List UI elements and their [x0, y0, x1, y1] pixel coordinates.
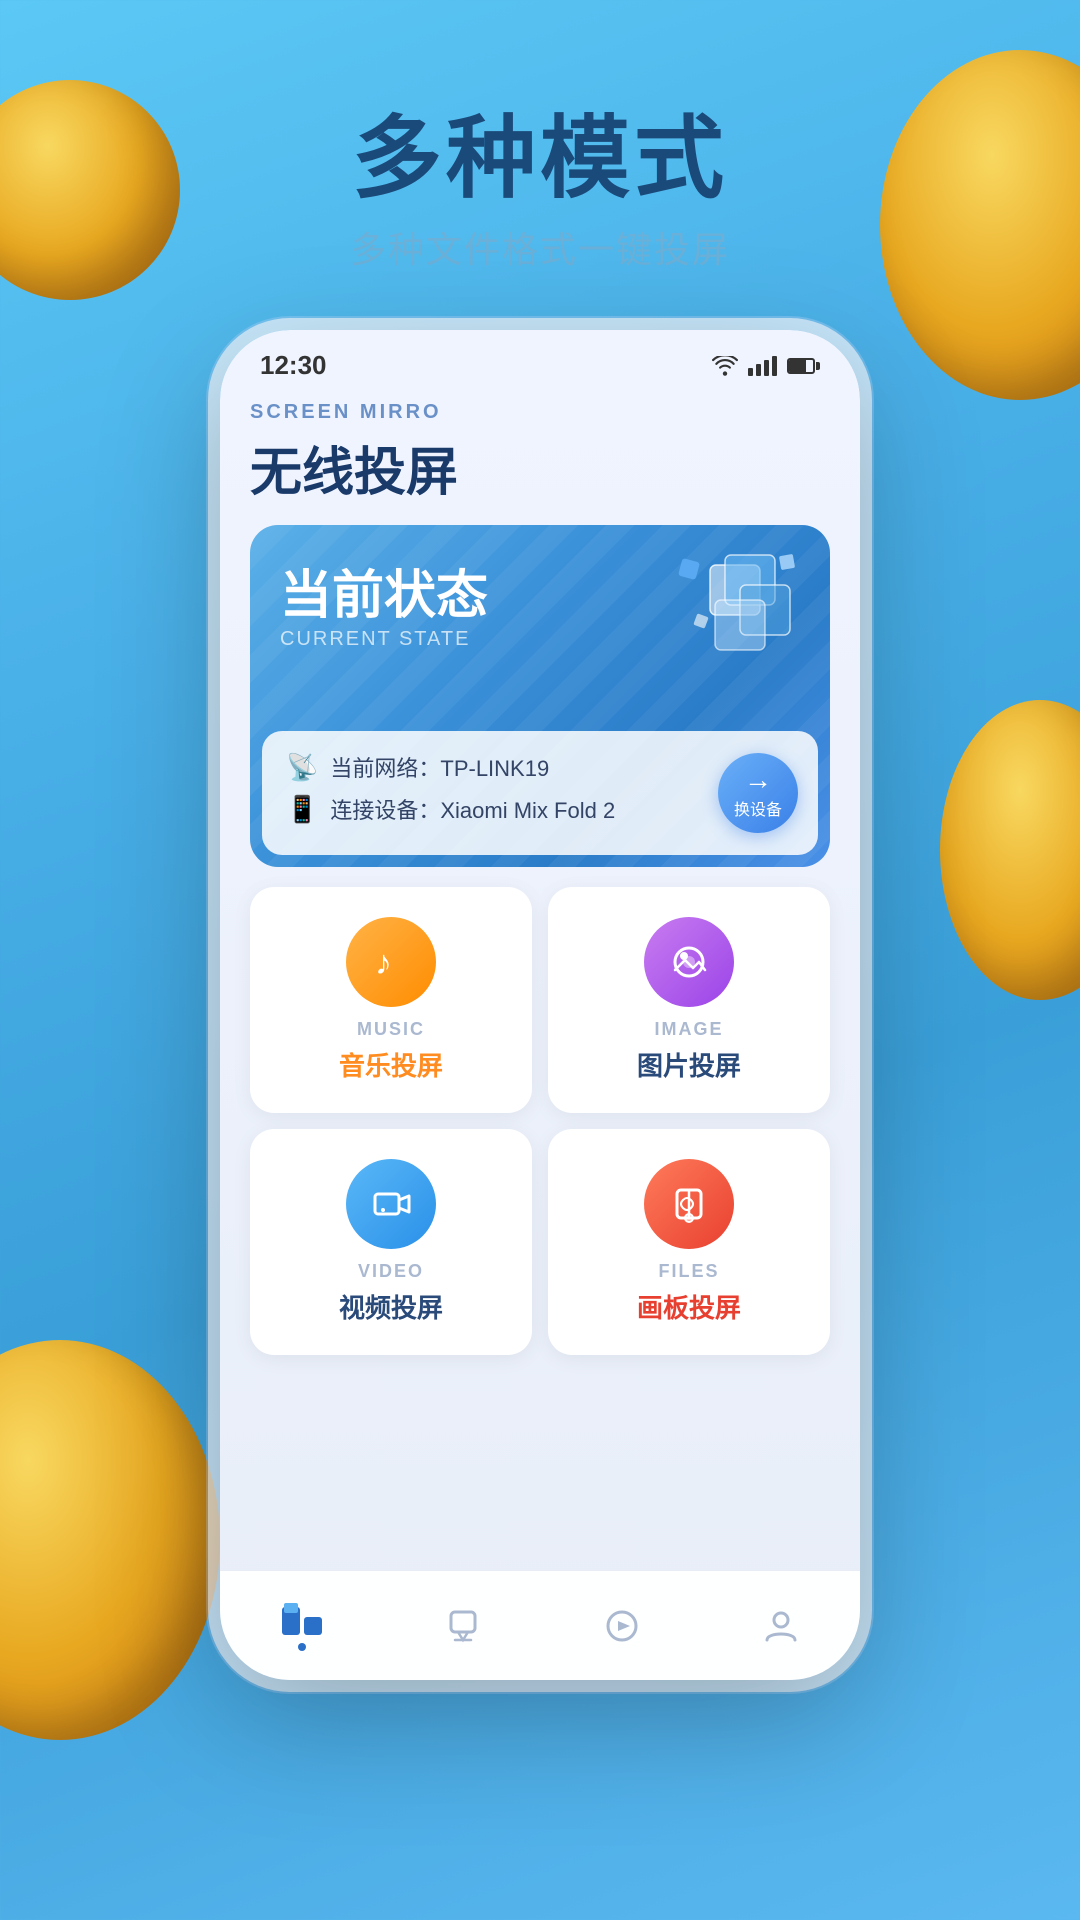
page-title-main: 多种模式	[0, 110, 1080, 209]
files-icon	[665, 1180, 713, 1228]
status-time: 12:30	[260, 350, 327, 381]
switch-arrow-icon: →	[744, 766, 772, 794]
switch-btn-label: 换设备	[734, 796, 782, 820]
image-label-cn: 图片投屏	[637, 1046, 741, 1083]
switch-device-button[interactable]: → 换设备	[718, 753, 798, 833]
music-icon-wrap: ♪	[346, 917, 436, 1007]
battery-icon	[787, 358, 820, 374]
feature-card-video[interactable]: VIDEO 视频投屏	[250, 1129, 532, 1355]
video-label-en: VIDEO	[358, 1261, 424, 1282]
app-subtitle: SCREEN MIRRO	[250, 401, 830, 424]
nav-active-dot	[298, 1643, 306, 1651]
nav-cast-icon	[443, 1608, 483, 1644]
nav-item-cast[interactable]	[443, 1608, 483, 1644]
feature-card-image[interactable]: IMAGE 图片投屏	[548, 887, 830, 1113]
feature-grid: ♪ MUSIC 音乐投屏 IMAGE 图片投屏	[250, 887, 830, 1355]
wifi-icon	[712, 356, 738, 376]
svg-text:♪: ♪	[375, 944, 392, 982]
page-header: 多种模式 多种文件格式一键投屏	[0, 110, 1080, 273]
app-title: 无线投屏	[250, 430, 830, 505]
music-icon: ♪	[367, 938, 415, 986]
nav-item-video[interactable]	[602, 1608, 642, 1644]
feature-card-music[interactable]: ♪ MUSIC 音乐投屏	[250, 887, 532, 1113]
network-panel: 📡 当前网络：TP-LINK19 📱 连接设备：Xiaomi Mix Fold …	[262, 731, 818, 855]
nav-profile-icon	[761, 1608, 801, 1644]
cube-decoration	[650, 535, 810, 695]
nav-item-profile[interactable]	[761, 1608, 801, 1644]
video-icon-wrap	[346, 1159, 436, 1249]
video-label-cn: 视频投屏	[339, 1288, 443, 1325]
network-row: 📡 当前网络：TP-LINK19	[286, 751, 794, 783]
state-card-top: 当前状态 CURRENT STATE	[250, 525, 830, 731]
network-icon: 📡	[286, 752, 318, 783]
files-icon-wrap	[644, 1159, 734, 1249]
app-content: SCREEN MIRRO 无线投屏 当前状态 CURRENT STATE	[220, 401, 860, 1355]
status-icons	[712, 356, 820, 376]
deco-torus-right-mid	[940, 700, 1080, 1000]
state-card: 当前状态 CURRENT STATE	[250, 525, 830, 867]
phone-mockup: 12:30 SCREEN MIRRO 无线投屏	[220, 330, 860, 1680]
files-label-cn: 画板投屏	[637, 1288, 741, 1325]
image-icon	[665, 938, 713, 986]
device-label: 连接设备：Xiaomi Mix Fold 2	[330, 793, 615, 825]
bottom-nav	[220, 1570, 860, 1680]
nav-home-icon	[280, 1601, 324, 1637]
files-label-en: FILES	[658, 1261, 719, 1282]
status-bar: 12:30	[220, 330, 860, 391]
signal-icon	[748, 356, 777, 376]
feature-card-files[interactable]: FILES 画板投屏	[548, 1129, 830, 1355]
network-label: 当前网络：TP-LINK19	[330, 751, 549, 783]
deco-torus-bottom-left	[0, 1340, 220, 1740]
nav-item-home[interactable]	[280, 1601, 324, 1651]
video-icon	[367, 1180, 415, 1228]
music-label-en: MUSIC	[357, 1019, 425, 1040]
image-icon-wrap	[644, 917, 734, 1007]
device-icon: 📱	[286, 794, 318, 825]
page-title-sub: 多种文件格式一键投屏	[0, 221, 1080, 273]
nav-video-icon	[602, 1608, 642, 1644]
image-label-en: IMAGE	[654, 1019, 723, 1040]
music-label-cn: 音乐投屏	[339, 1046, 443, 1083]
